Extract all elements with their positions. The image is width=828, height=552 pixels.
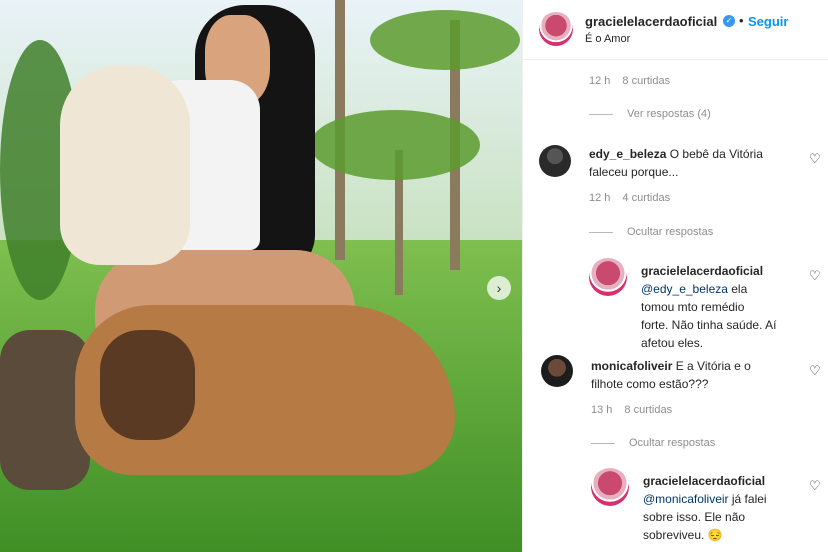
comment-time[interactable]: 13 h [591,404,612,416]
separator-dot: • [739,13,744,28]
like-heart-icon[interactable]: ♡ [809,268,821,284]
comment-body: faleceu porque... [589,165,679,179]
like-heart-icon[interactable]: ♡ [809,478,821,494]
commenter-username[interactable]: monicafoliveir [591,359,672,373]
replies-line [589,231,613,233]
reply-body: ela [727,282,748,296]
view-replies-label[interactable]: Ver respostas (4) [627,108,711,120]
commenter-avatar[interactable] [541,355,573,387]
reply-author-avatar[interactable] [591,468,629,506]
comments-panel: gracielelacerdaoficial ✓ • Seguir É o Am… [522,0,828,552]
comment-text: monicafoliveir E a Vitória e o filhote c… [591,357,801,393]
chevron-right-icon: › [496,280,502,296]
photo-white-dog [60,65,190,265]
hide-replies-toggle[interactable]: Ocultar respostas [589,226,713,238]
commenter-avatar[interactable] [539,145,571,177]
reply-body: forte. Não tinha saúde. Aí [641,318,777,332]
photo-palm-frond [370,10,520,70]
reply-username[interactable]: gracielelacerdaoficial [641,264,763,278]
reply-body: sobreviveu. 😔 [643,528,723,542]
post-header: gracielelacerdaoficial ✓ • Seguir É o Am… [523,0,828,60]
comment-meta: 12 h 4 curtidas [589,192,670,204]
like-heart-icon[interactable]: ♡ [809,151,821,167]
comment-time[interactable]: 12 h [589,192,610,204]
next-photo-button[interactable]: › [487,276,511,300]
reply-body: afetou eles. [641,336,704,350]
like-heart-icon[interactable]: ♡ [809,363,821,379]
comment-body: filhote como estão??? [591,377,709,391]
replies-line [589,113,613,115]
post-subtitle[interactable]: É o Amor [585,33,630,45]
reply-text: gracielelacerdaoficial @edy_e_beleza ela… [641,262,809,352]
commenter-username[interactable]: edy_e_beleza [589,147,666,161]
author-avatar[interactable] [539,12,573,46]
reply-body: sobre isso. Ele não [643,510,746,524]
hide-replies-toggle[interactable]: Ocultar respostas [591,437,715,449]
comment-body: E a Vitória e o [672,359,751,373]
comment-body: O bebê da Vitória [666,147,763,161]
comment-meta: 12 h 8 curtidas [589,75,670,87]
reply-username[interactable]: gracielelacerdaoficial [643,474,765,488]
comment-time[interactable]: 12 h [589,75,610,87]
hide-replies-label[interactable]: Ocultar respostas [627,226,713,238]
photo-puppy-head [100,330,195,440]
comment-likes[interactable]: 4 curtidas [622,192,670,204]
reply-text: gracielelacerdaoficial @monicafoliveir j… [643,472,809,544]
comment-meta: 13 h 8 curtidas [591,404,672,416]
author-username[interactable]: gracielelacerdaoficial [585,14,717,29]
verified-badge-icon: ✓ [723,15,735,27]
reply-mention[interactable]: @monicafoliveir [643,492,729,506]
follow-button[interactable]: Seguir [748,14,788,29]
reply-body: já falei [728,492,767,506]
reply-body: tomou mto remédio [641,300,745,314]
reply-author-avatar[interactable] [589,258,627,296]
photo-palm-frond [310,110,480,180]
post-photo[interactable]: › [0,0,522,552]
replies-line [591,442,615,444]
comment-text: edy_e_beleza O bebê da Vitória faleceu p… [589,145,799,181]
comment-likes[interactable]: 8 curtidas [622,75,670,87]
hide-replies-label[interactable]: Ocultar respostas [629,437,715,449]
view-replies-toggle[interactable]: Ver respostas (4) [589,108,711,120]
comment-likes[interactable]: 8 curtidas [624,404,672,416]
reply-mention[interactable]: @edy_e_beleza [641,282,728,296]
